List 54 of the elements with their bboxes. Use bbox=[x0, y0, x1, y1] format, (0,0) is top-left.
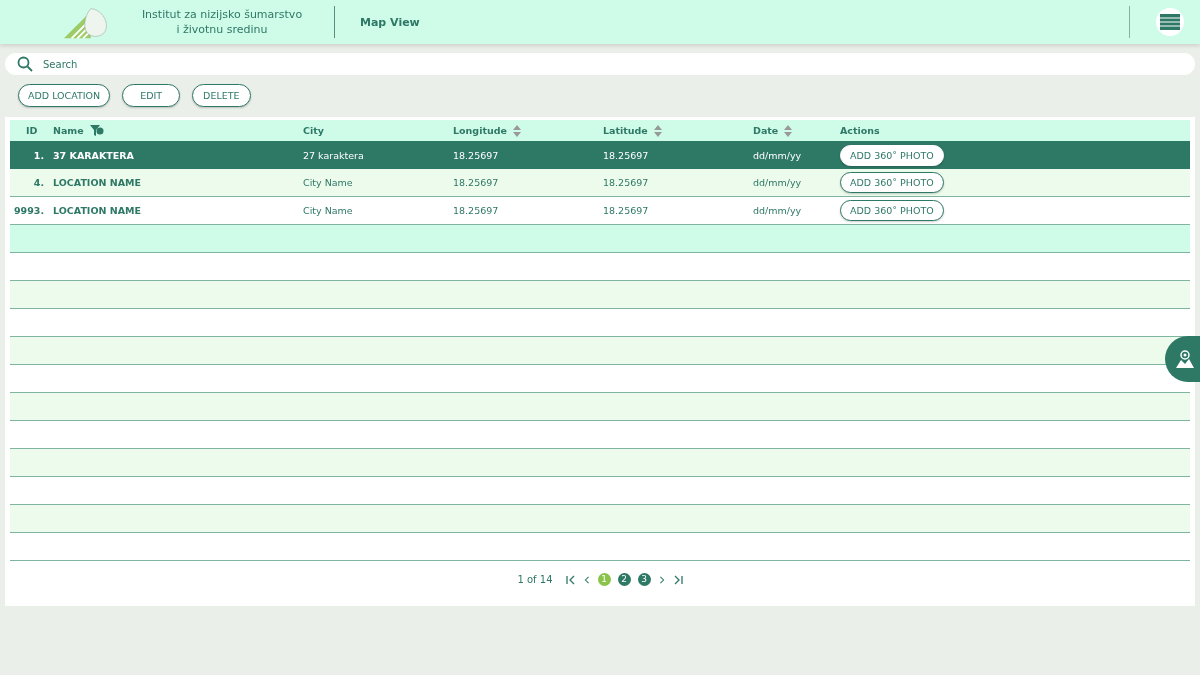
location-name: 37 KARAKTERA bbox=[53, 149, 135, 161]
column-header: Latitude bbox=[603, 125, 648, 136]
location-name: LOCATION NAME bbox=[53, 205, 142, 216]
toolbar-button[interactable]: EDIT bbox=[122, 84, 181, 107]
longitude-value: 18.25697 bbox=[453, 177, 500, 188]
previous-page-icon[interactable] bbox=[582, 574, 591, 585]
add-photo-button[interactable]: ADD 360˚ PHOTO bbox=[840, 172, 944, 193]
search-field[interactable]: Search bbox=[5, 53, 1195, 75]
column-header: ID bbox=[26, 125, 38, 136]
date-value: dd/mm/yy bbox=[753, 205, 803, 216]
date-value: dd/mm/yy bbox=[753, 177, 803, 188]
latitude-value: 18.25697 bbox=[603, 177, 650, 188]
column-header: Date bbox=[753, 125, 779, 136]
longitude-value: 18.25697 bbox=[453, 149, 500, 161]
institute-name: Institut za nizijsko šumarstvo bbox=[141, 7, 303, 22]
menu-icon bbox=[1160, 14, 1180, 30]
location-name: LOCATION NAME bbox=[53, 177, 142, 188]
next-page-icon[interactable] bbox=[657, 574, 666, 585]
filter-icon[interactable] bbox=[89, 124, 104, 137]
sort-icon[interactable] bbox=[653, 124, 662, 137]
longitude-value: 18.25697 bbox=[453, 205, 500, 216]
latitude-value: 18.25697 bbox=[603, 149, 650, 161]
column-header: Actions bbox=[840, 125, 880, 136]
city-name: City Name bbox=[303, 205, 354, 216]
column-header: Name bbox=[53, 125, 84, 136]
map-pin-icon bbox=[1174, 349, 1195, 369]
row-id: 4. bbox=[32, 177, 44, 188]
column-header: City bbox=[303, 125, 324, 136]
row-id: 9993. bbox=[12, 205, 44, 216]
search-icon bbox=[17, 56, 33, 72]
latitude-value: 18.25697 bbox=[603, 205, 650, 216]
last-page-icon[interactable] bbox=[672, 574, 683, 585]
toolbar-button[interactable]: ADD LOCATION bbox=[18, 84, 111, 107]
column-header: Longitude bbox=[453, 125, 507, 136]
first-page-icon[interactable] bbox=[565, 574, 576, 585]
toolbar-button[interactable]: DELETE bbox=[192, 84, 251, 107]
add-photo-button[interactable]: ADD 360˚ PHOTO bbox=[840, 200, 944, 221]
leaf-logo-icon bbox=[62, 5, 110, 39]
page-button[interactable]: 2 bbox=[617, 573, 631, 586]
table-row[interactable]: 1. 37 KARAKTERA 27 karaktera 18.25697 18.25697 dd/mm/yy ADD 360˚ PHOTO bbox=[10, 141, 1190, 169]
sort-icon[interactable] bbox=[512, 124, 521, 137]
table-row[interactable]: 4. LOCATION NAME City Name 18.25697 18.25697 dd/mm/yy ADD 360˚ PHOTO bbox=[10, 169, 1190, 197]
date-value: dd/mm/yy bbox=[753, 149, 803, 161]
map-view-link[interactable]: Map View bbox=[360, 15, 420, 29]
table-row[interactable]: 9993. LOCATION NAME City Name 18.25697 18.25697 dd/mm/yy ADD 360˚ PHOTO bbox=[10, 197, 1190, 225]
sort-icon[interactable] bbox=[784, 124, 793, 137]
page-button[interactable]: 3 bbox=[637, 573, 651, 586]
institute-name-second-line: i životnu sredinu bbox=[176, 22, 268, 37]
city-name: 27 karaktera bbox=[303, 149, 365, 161]
menu-button[interactable] bbox=[1156, 8, 1184, 36]
row-id: 1. bbox=[32, 149, 44, 161]
city-name: City Name bbox=[303, 177, 354, 188]
add-photo-button[interactable]: ADD 360˚ PHOTO bbox=[840, 144, 944, 166]
page-summary: 1 of 14 bbox=[517, 574, 553, 585]
